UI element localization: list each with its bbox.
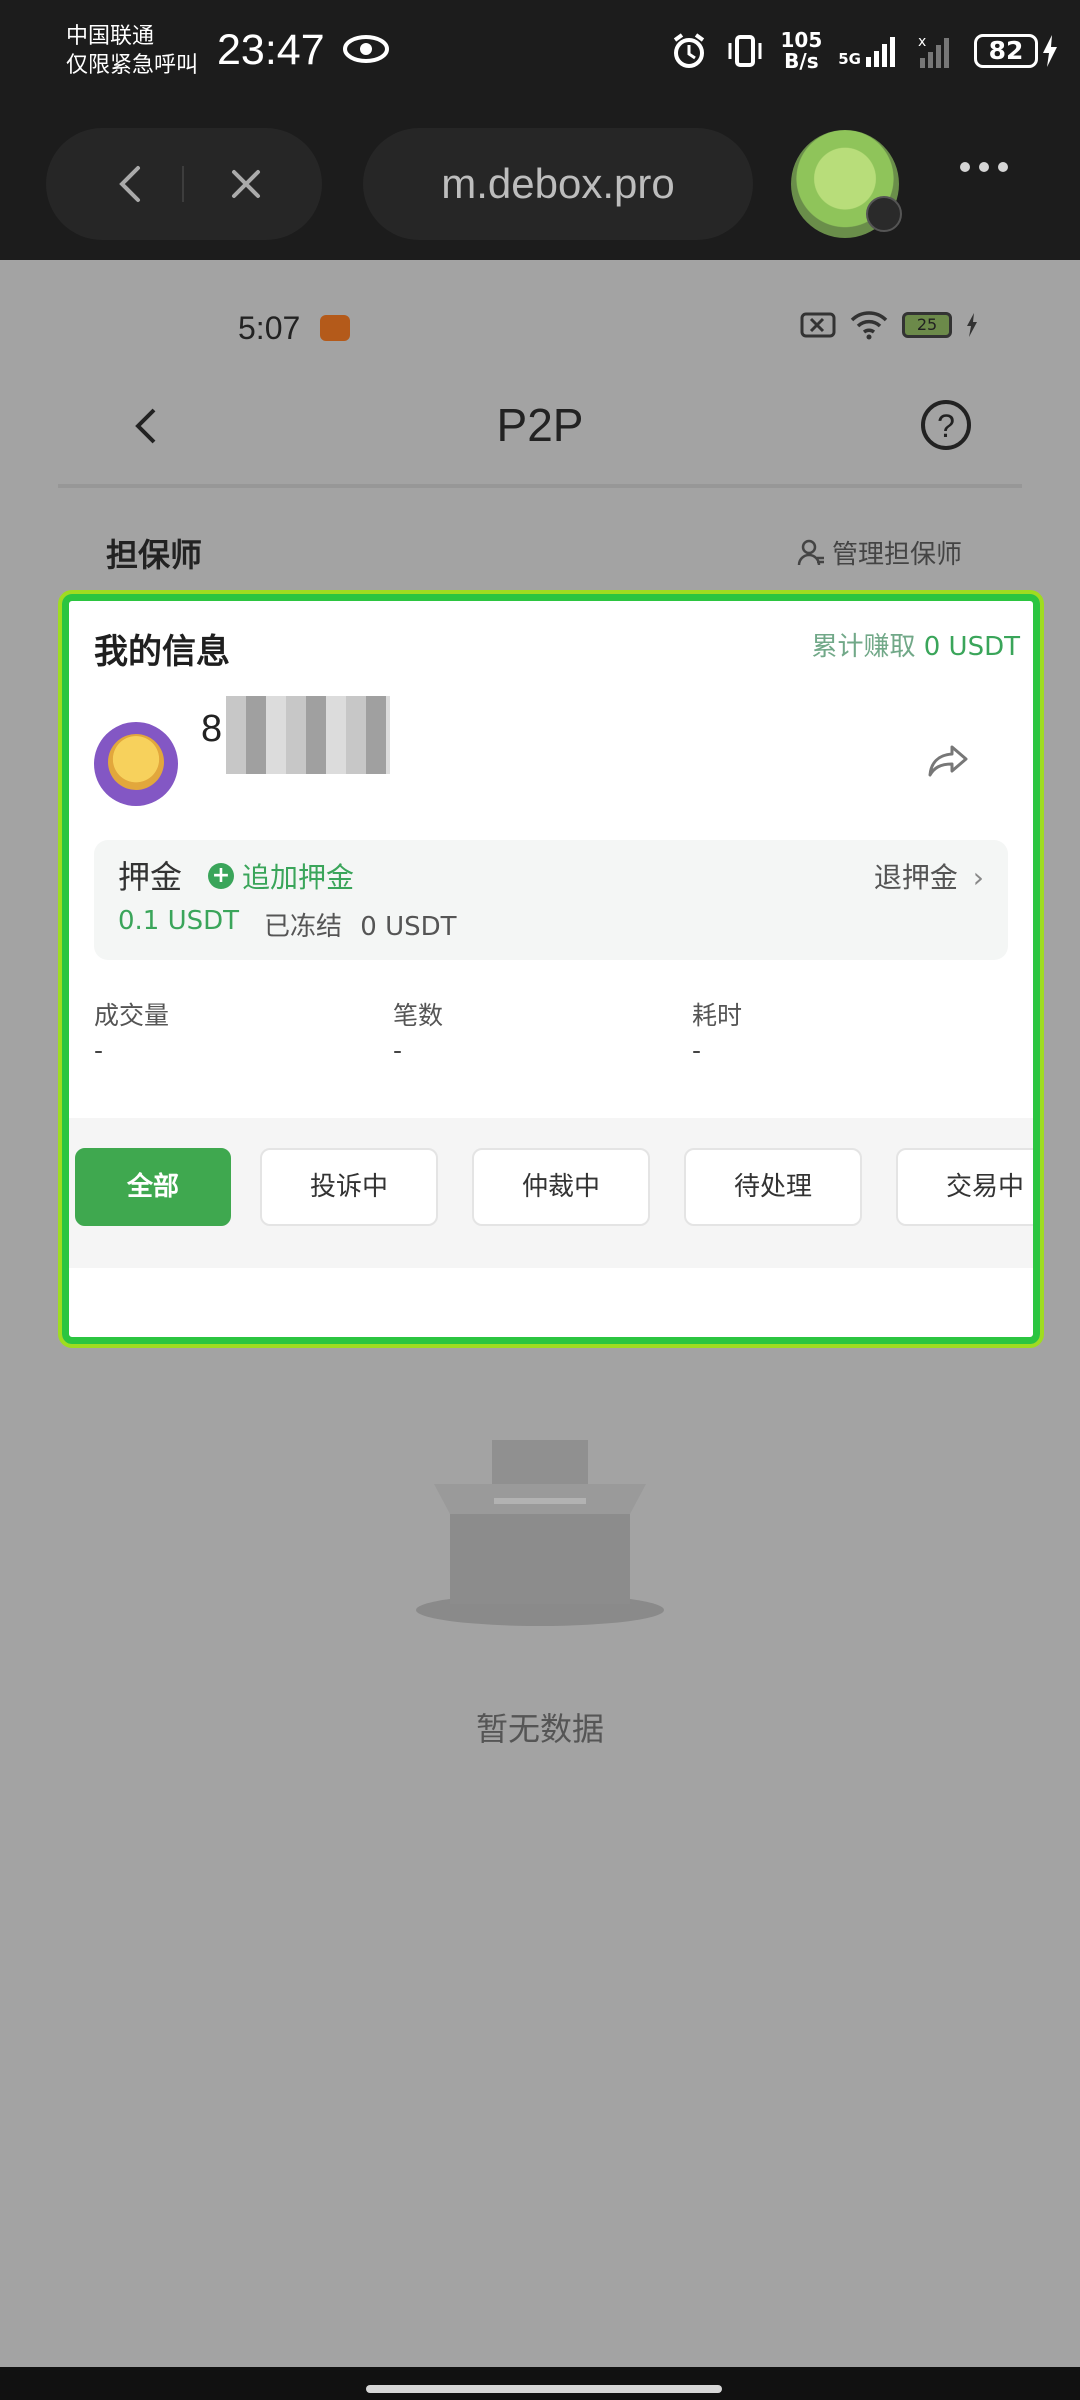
user-manage-icon bbox=[797, 539, 824, 565]
no-sim-icon bbox=[800, 312, 836, 338]
plus-icon: + bbox=[208, 863, 234, 889]
deposit-label: 押金 bbox=[118, 858, 183, 896]
charging-icon bbox=[1043, 35, 1057, 67]
url-bar[interactable]: m.debox.pro bbox=[363, 128, 753, 240]
svg-text:x: x bbox=[918, 34, 926, 50]
username: 8 bbox=[201, 708, 223, 750]
system-indicators: 105 B/s 5G x 82 bbox=[669, 26, 1059, 76]
stat-value: - bbox=[94, 1036, 104, 1065]
empty-state-text: 暂无数据 bbox=[475, 1710, 604, 1748]
screen-record-icon bbox=[320, 315, 350, 341]
net-speed-unit: B/s bbox=[784, 49, 819, 73]
network-type: 5G bbox=[838, 50, 861, 68]
inner-status-icons: 25 bbox=[800, 310, 978, 340]
user-avatar[interactable] bbox=[94, 722, 178, 806]
stat-value: - bbox=[692, 1036, 702, 1065]
wifi-icon bbox=[850, 311, 888, 340]
system-time: 23:47 bbox=[217, 26, 325, 74]
deposit-amount: 0.1 USDT bbox=[118, 906, 240, 936]
page-title: P2P bbox=[496, 399, 584, 451]
tab-trading[interactable]: 交易中 bbox=[896, 1148, 1033, 1226]
tab-complaint[interactable]: 投诉中 bbox=[260, 1148, 438, 1226]
system-status-bar: 中国联通 仅限紧急呼叫 23:47 105 B/s 5G x 82 bbox=[0, 0, 1080, 100]
inner-charging-icon bbox=[967, 313, 977, 337]
add-deposit-button[interactable]: + 追加押金 bbox=[208, 856, 354, 896]
username-redacted-area bbox=[226, 696, 390, 774]
signal-5g: 5G bbox=[838, 35, 900, 67]
vibrate-icon bbox=[728, 35, 761, 67]
my-info-title: 我的信息 bbox=[94, 632, 230, 672]
eye-icon bbox=[343, 35, 389, 63]
earned-label: 累计赚取 bbox=[811, 632, 916, 662]
status-filter-tabs: 全部 投诉中 仲裁中 待处理 交易中 bbox=[69, 1118, 1033, 1268]
empty-box-illustration bbox=[416, 1440, 664, 1626]
signal-no-sim-icon: x bbox=[918, 34, 949, 68]
net-speed-value: 105 bbox=[780, 28, 823, 52]
manage-guarantor-link[interactable]: 管理担保师 bbox=[796, 534, 962, 571]
stat-value: - bbox=[393, 1036, 403, 1065]
browser-toolbar: m.debox.pro bbox=[0, 100, 1080, 260]
frozen-amount: 0 USDT bbox=[360, 912, 457, 942]
refund-deposit-label: 退押金 bbox=[873, 861, 958, 894]
browser-close-icon[interactable] bbox=[224, 162, 268, 206]
net-speed: 105 B/s bbox=[781, 30, 823, 72]
help-icon[interactable]: ? bbox=[921, 400, 971, 450]
frozen-label: 已冻结 bbox=[264, 912, 343, 942]
inner-status-bar: 5:07 25 bbox=[58, 260, 1022, 370]
browser-nav-group bbox=[46, 128, 322, 240]
back-icon[interactable] bbox=[128, 406, 168, 446]
guarantor-title: 担保师 bbox=[106, 536, 203, 574]
frozen-info: 已冻结 0 USDT bbox=[264, 906, 457, 943]
stat-count: 笔数 - bbox=[393, 996, 443, 1065]
stat-duration: 耗时 - bbox=[692, 996, 742, 1065]
alarm-icon bbox=[673, 33, 704, 68]
total-earned: 累计赚取 0 USDT bbox=[811, 626, 1020, 663]
battery-indicator: 82 bbox=[974, 34, 1058, 68]
stat-volume: 成交量 - bbox=[94, 996, 169, 1065]
page-header: P2P ? bbox=[58, 370, 1022, 480]
stat-label: 耗时 bbox=[692, 1001, 743, 1030]
share-icon[interactable] bbox=[926, 741, 970, 781]
refund-deposit-button[interactable]: 退押金 › bbox=[874, 856, 984, 896]
home-indicator[interactable] bbox=[366, 2385, 722, 2393]
signal-strength-icon bbox=[866, 37, 895, 67]
carrier-name: 中国联通 bbox=[66, 24, 155, 49]
my-info-card: 我的信息 累计赚取 0 USDT 8 押金 + 追加押金 退押金 › 0.1 U… bbox=[58, 590, 1044, 1348]
stat-label: 成交量 bbox=[94, 1001, 170, 1030]
tab-arbitration[interactable]: 仲裁中 bbox=[472, 1148, 650, 1226]
nav-divider bbox=[182, 166, 184, 202]
carrier-emergency: 仅限紧急呼叫 bbox=[66, 53, 199, 78]
carrier-info: 中国联通 仅限紧急呼叫 bbox=[66, 22, 198, 80]
stat-label: 笔数 bbox=[393, 1001, 444, 1030]
battery-level: 82 bbox=[974, 34, 1038, 68]
bottom-nav-area bbox=[0, 2367, 1080, 2400]
inner-time: 5:07 bbox=[238, 310, 301, 346]
earned-value: 0 USDT bbox=[923, 632, 1020, 662]
manage-guarantor-label: 管理担保师 bbox=[831, 540, 962, 570]
more-options-icon[interactable] bbox=[960, 162, 1008, 172]
inner-battery: 25 bbox=[902, 312, 952, 338]
browser-back-icon[interactable] bbox=[106, 158, 158, 210]
add-deposit-label: 追加押金 bbox=[242, 861, 355, 894]
tab-pending[interactable]: 待处理 bbox=[684, 1148, 862, 1226]
deposit-panel: 押金 + 追加押金 退押金 › 0.1 USDT 已冻结 0 USDT bbox=[94, 840, 1008, 960]
avatar-badge-icon bbox=[866, 196, 902, 232]
chevron-right-icon: › bbox=[972, 861, 984, 894]
tab-all[interactable]: 全部 bbox=[75, 1148, 231, 1226]
